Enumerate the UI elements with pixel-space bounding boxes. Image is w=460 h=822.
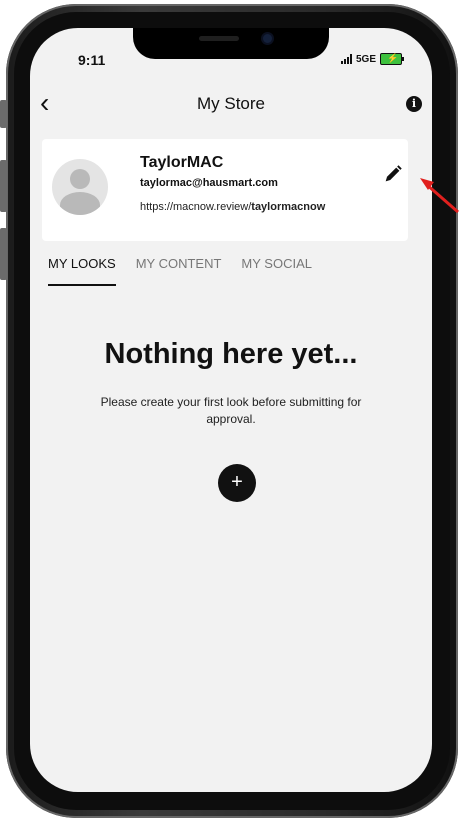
volume-up-button (0, 160, 7, 212)
info-icon[interactable]: i (406, 96, 422, 112)
add-look-button[interactable]: + (218, 464, 256, 502)
avatar (52, 159, 108, 215)
tab-my-looks[interactable]: MY LOOKS (48, 256, 116, 286)
volume-down-button (0, 228, 7, 280)
profile-card: TaylorMAC taylormac@hausmart.com https:/… (42, 139, 408, 241)
status-time: 9:11 (78, 52, 106, 68)
notch (133, 28, 329, 59)
front-camera (263, 34, 272, 43)
store-url-prefix: https://macnow.review/ (140, 201, 252, 213)
nav-bar: ‹ My Store i (30, 88, 432, 120)
tab-my-content[interactable]: MY CONTENT (136, 256, 222, 286)
empty-state-message: Please create your first look before sub… (100, 395, 362, 426)
empty-state-title: Nothing here yet... (104, 338, 358, 370)
page-title: My Store (196, 94, 266, 113)
signal-icon (340, 54, 352, 64)
battery-icon: ⚡ (380, 53, 404, 65)
speaker-grille (199, 36, 239, 41)
store-url-handle: taylormacnow (251, 201, 326, 213)
annotation-arrow (420, 178, 459, 214)
store-url[interactable]: https://macnow.review/taylormacnow (140, 201, 325, 213)
tab-my-social[interactable]: MY SOCIAL (241, 256, 312, 286)
tab-bar: MY LOOKS MY CONTENT MY SOCIAL (48, 256, 312, 286)
network-type: 5GE (355, 53, 376, 65)
user-name: TaylorMAC (140, 154, 224, 171)
status-indicators: 5GE ⚡ (340, 53, 404, 65)
mute-switch (0, 100, 7, 128)
phone-screen: 9:11 5GE ⚡ ‹ My Store i TaylorMAC taylor… (30, 28, 432, 792)
user-email: taylormac@hausmart.com (140, 177, 278, 189)
